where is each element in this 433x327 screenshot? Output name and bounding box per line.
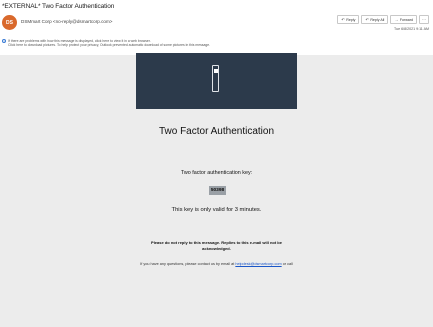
validity-text: This key is only valid for 3 minutes. [171,207,262,213]
more-actions-button[interactable]: ⋯ [419,15,429,24]
reply-all-label: Reply All [370,17,385,22]
phone-icon [212,65,219,92]
reply-button[interactable]: ↶ Reply [337,15,360,24]
reply-label: Reply [346,17,356,22]
info-icon: i [2,38,6,43]
message-datetime: Tue 6/8/2021 9:11 AM [394,27,429,31]
sender-avatar: DS [2,15,17,30]
notice-download-pictures[interactable]: Click here to download pictures. To help… [8,43,210,47]
forward-label: Forward [399,17,413,22]
message-actions: ↶ Reply ↶ Reply All → Forward ⋯ [337,15,429,24]
contact-prefix: If you have any questions, please contac… [140,262,236,266]
email-subject: *EXTERNAL* Two Factor Authentication [2,3,115,10]
reply-all-icon: ↶ [365,17,369,22]
external-content-notice: i If there are problems with how this me… [2,39,210,48]
key-label: Two factor authentication key: [180,170,253,176]
header-banner [136,53,297,109]
contact-suffix: or call [281,262,293,266]
forward-button[interactable]: → Forward [390,15,417,24]
forward-icon: → [394,17,399,22]
more-icon: ⋯ [422,17,426,22]
noreply-text: Please do not reply to this message. Rep… [151,240,282,251]
reply-all-button[interactable]: ↶ Reply All [361,15,389,24]
auth-key-value: 50398 [209,186,226,195]
message-title: Two Factor Authentication [158,126,275,137]
helpdesk-email-link[interactable]: helpdesk@dsmartcorp.com [235,262,281,266]
contact-text: If you have any questions, please contac… [0,262,433,267]
sender-address[interactable]: DSMmart Corp <no-reply@dsmartcorp.com> [21,19,112,24]
reply-icon: ↶ [341,17,345,22]
